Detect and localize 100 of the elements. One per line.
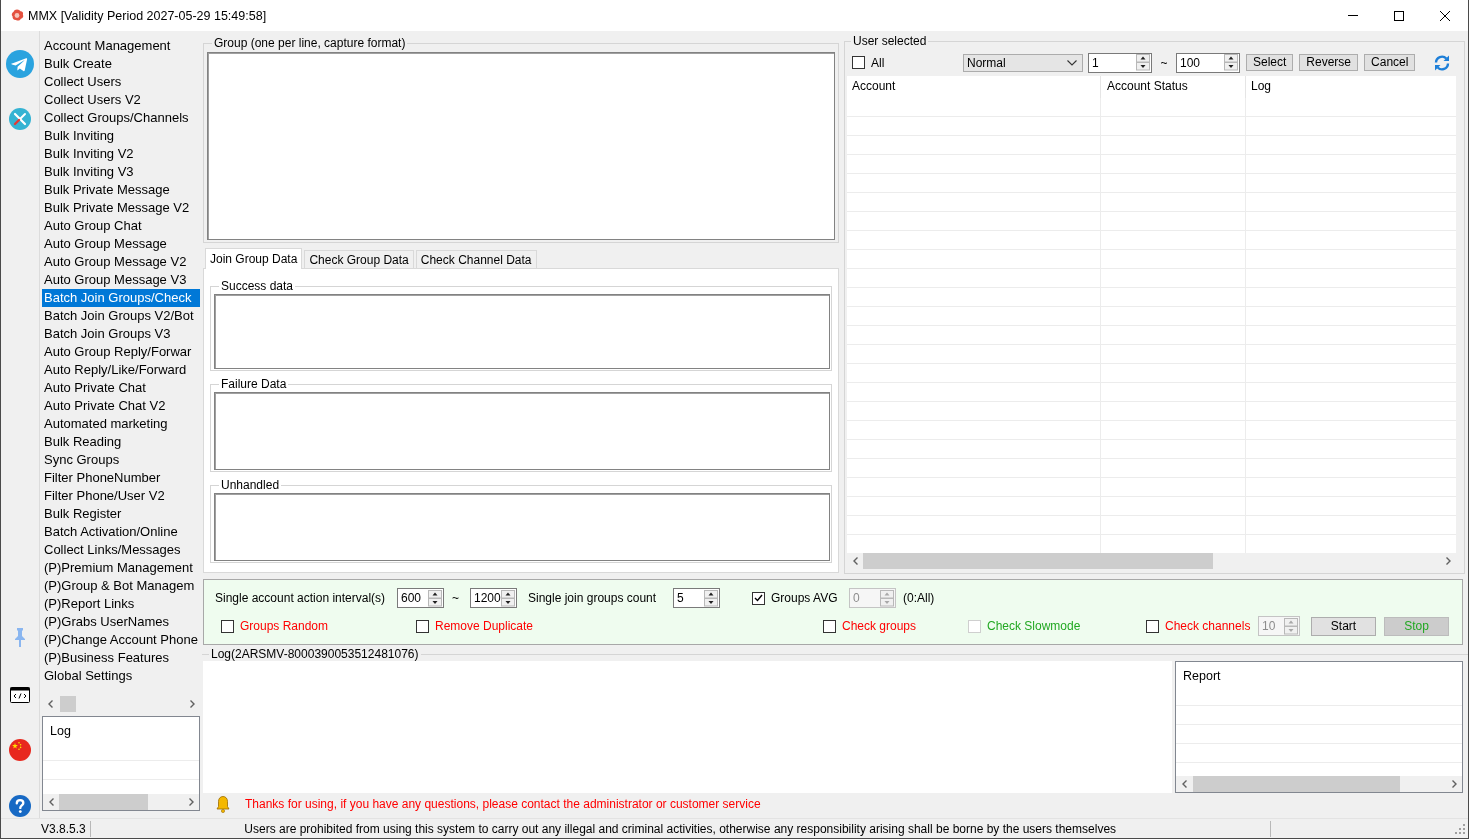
checkbox[interactable] — [221, 619, 234, 633]
horizontal-scrollbar[interactable] — [1176, 776, 1462, 792]
chevron-down-icon[interactable] — [1067, 59, 1077, 66]
data-output-field[interactable] — [214, 392, 830, 470]
checkbox-label[interactable]: Check groups — [842, 619, 917, 633]
spin-arrows-icon[interactable] — [428, 589, 442, 607]
chevron-right-icon[interactable] — [188, 798, 194, 806]
chevron-left-icon[interactable] — [1181, 780, 1187, 788]
sidebar-item[interactable]: Collect Groups/Channels — [42, 109, 200, 127]
scrollbar-thumb[interactable] — [60, 696, 76, 712]
horizontal-scrollbar[interactable] — [43, 794, 199, 810]
sidebar-item[interactable]: Automated marketing — [42, 415, 200, 433]
sidebar-item[interactable]: Auto Group Chat — [42, 217, 200, 235]
spin-arrows-icon[interactable] — [1224, 54, 1238, 71]
sidebar-item[interactable]: Auto Reply/Like/Forward — [42, 361, 200, 379]
checkbox-label[interactable]: Remove Duplicate — [435, 619, 534, 633]
data-output-field[interactable] — [214, 294, 830, 369]
flag-icon[interactable] — [9, 739, 31, 761]
action-button[interactable]: Cancel — [1364, 54, 1416, 71]
column-header[interactable]: Account — [847, 76, 1101, 98]
sidebar-item[interactable]: Bulk Reading — [42, 433, 200, 451]
sidebar-item[interactable]: Auto Private Chat — [42, 379, 200, 397]
chevron-left-icon[interactable] — [47, 700, 53, 708]
number-field[interactable]: 1 — [1088, 52, 1152, 73]
sidebar-item[interactable]: (P)Report Links — [42, 595, 200, 613]
column-header[interactable]: Report — [1183, 669, 1221, 683]
sidebar-item[interactable]: Batch Join Groups V3 — [42, 325, 200, 343]
sidebar-item[interactable]: Auto Private Chat V2 — [42, 397, 200, 415]
sidebar-item[interactable]: (P)Grabs UserNames — [42, 613, 200, 631]
checkbox-label[interactable]: All — [871, 55, 885, 70]
number-field[interactable]: 100 — [1176, 52, 1240, 73]
tab[interactable]: Check Channel Data — [415, 250, 537, 268]
sidebar-item[interactable]: Bulk Inviting V3 — [42, 163, 200, 181]
sidebar-item[interactable]: Bulk Inviting V2 — [42, 145, 200, 163]
resize-grip-icon[interactable] — [1455, 823, 1465, 834]
horizontal-scrollbar[interactable] — [847, 553, 1456, 569]
chevron-left-icon[interactable] — [48, 798, 54, 806]
sidebar-item[interactable]: Collect Users V2 — [42, 91, 200, 109]
sidebar-item[interactable]: Auto Group Reply/Forwar — [42, 343, 200, 361]
sidebar-item[interactable]: Bulk Private Message — [42, 181, 200, 199]
number-field[interactable]: 1200 — [470, 588, 517, 608]
group-input-field[interactable] — [207, 52, 835, 240]
maximize-icon[interactable] — [1394, 10, 1404, 21]
sidebar-item[interactable]: (P)Business Features — [42, 649, 200, 667]
checkbox[interactable] — [852, 56, 865, 69]
checkbox-label[interactable]: Groups Random — [240, 619, 329, 633]
tools-icon[interactable] — [9, 108, 31, 130]
sidebar-item[interactable]: Account Management — [42, 37, 200, 55]
checkbox[interactable] — [752, 591, 765, 605]
sidebar-item[interactable]: Global Settings — [42, 667, 200, 685]
checkbox-label[interactable]: Check channels — [1165, 619, 1251, 633]
spin-arrows-icon[interactable] — [704, 589, 718, 607]
sidebar-item[interactable]: Sync Groups — [42, 451, 200, 469]
close-icon[interactable] — [1440, 10, 1450, 21]
column-header[interactable]: Account Status — [1101, 76, 1246, 98]
spin-arrows-icon[interactable] — [1136, 54, 1150, 71]
checkbox-label[interactable]: Groups AVG — [771, 591, 838, 605]
scrollbar-thumb[interactable] — [1193, 776, 1400, 792]
sidebar-item[interactable]: (P)Premium Management — [42, 559, 200, 577]
sidebar-item[interactable]: Auto Group Message — [42, 235, 200, 253]
action-button[interactable]: Start — [1311, 616, 1376, 636]
checkbox[interactable] — [416, 619, 429, 633]
checkbox[interactable] — [1146, 619, 1159, 633]
action-button[interactable]: Select — [1246, 54, 1294, 71]
sidebar-item[interactable]: Bulk Inviting — [42, 127, 200, 145]
help-icon[interactable] — [9, 795, 31, 817]
number-field[interactable]: 5 — [673, 588, 720, 608]
sidebar-item[interactable]: Filter PhoneNumber — [42, 469, 200, 487]
paper-plane-icon[interactable] — [6, 50, 34, 78]
sidebar-item[interactable]: Filter Phone/User V2 — [42, 487, 200, 505]
sidebar-item[interactable]: (P)Change Account Phone — [42, 631, 200, 649]
sidebar-item[interactable]: Auto Group Message V3 — [42, 271, 200, 289]
column-header[interactable]: Log — [50, 724, 71, 738]
tab[interactable]: Check Group Data — [304, 250, 414, 268]
sidebar-item[interactable]: Bulk Register — [42, 505, 200, 523]
data-output-field[interactable] — [214, 493, 830, 561]
action-button[interactable]: Reverse — [1299, 54, 1359, 71]
refresh-icon[interactable] — [1433, 53, 1451, 72]
chevron-right-icon[interactable] — [189, 700, 195, 708]
checkbox[interactable] — [823, 619, 836, 633]
chevron-left-icon[interactable] — [852, 557, 858, 565]
scrollbar-thumb[interactable] — [59, 794, 148, 810]
sidebar-item[interactable]: Collect Users — [42, 73, 200, 91]
spin-arrows-icon[interactable] — [501, 589, 515, 607]
sidebar-item[interactable]: Bulk Create — [42, 55, 200, 73]
sidebar-item[interactable]: (P)Group & Bot Managem — [42, 577, 200, 595]
tab[interactable]: Join Group Data — [205, 248, 303, 269]
sidebar-item[interactable]: Batch Join Groups V2/Bot — [42, 307, 200, 325]
sidebar-item[interactable]: Batch Join Groups/Check — [42, 289, 200, 307]
sidebar-item[interactable]: Auto Group Message V2 — [42, 253, 200, 271]
code-window-icon[interactable] — [10, 687, 30, 703]
mode-dropdown[interactable]: Normal — [963, 53, 1083, 72]
column-header[interactable]: Log — [1246, 76, 1456, 98]
sidebar-item[interactable]: Collect Links/Messages — [42, 541, 200, 559]
number-field[interactable]: 600 — [397, 588, 444, 608]
sidebar-item[interactable]: Batch Activation/Online — [42, 523, 200, 541]
chevron-right-icon[interactable] — [1445, 557, 1451, 565]
chevron-right-icon[interactable] — [1451, 780, 1457, 788]
sidebar-item[interactable]: Bulk Private Message V2 — [42, 199, 200, 217]
scrollbar-thumb[interactable] — [863, 553, 1213, 569]
